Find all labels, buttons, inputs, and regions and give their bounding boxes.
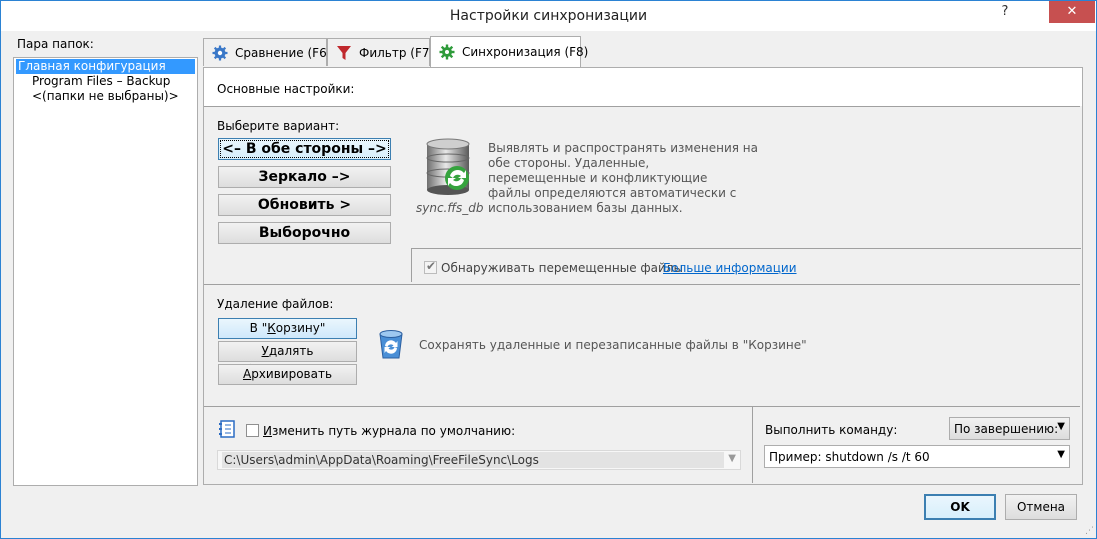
run-command-label: Выполнить команду:	[765, 423, 898, 437]
custom-log-path-checkbox[interactable]	[246, 424, 259, 437]
resize-grip-icon[interactable]: ⋰	[1085, 526, 1094, 536]
main-settings-title: Основные настройки:	[217, 82, 355, 96]
detect-moved-checkbox[interactable]: ✔	[424, 259, 437, 274]
divider	[204, 284, 1080, 285]
recycle-bin-button[interactable]: В "Корзину"	[218, 318, 357, 339]
database-icon	[423, 138, 473, 199]
chevron-down-icon[interactable]: ▼	[1057, 449, 1065, 460]
variant-custom-button[interactable]: Выборочно	[218, 222, 391, 244]
variant-update-button[interactable]: Обновить >	[218, 194, 391, 216]
log-path-value: C:\Users\admin\AppData\Roaming\FreeFileS…	[222, 452, 724, 468]
variant-mirror-button[interactable]: Зеркало –>	[218, 166, 391, 188]
versioning-label: Архивировать	[242, 367, 333, 381]
deletion-title: Удаление файлов:	[217, 297, 334, 311]
tab-label: Сравнение (F6)	[235, 45, 332, 60]
gear-icon	[212, 45, 228, 61]
ok-button[interactable]: OK	[924, 494, 996, 520]
recycle-bin-label: В "Корзину"	[249, 321, 326, 335]
post-sync-condition-value: По завершению:	[954, 422, 1059, 436]
variant-two-way-button[interactable]: <– В обе стороны –>	[218, 138, 391, 160]
folder-pair-main-config[interactable]: Главная конфигурация	[16, 59, 195, 74]
divider	[411, 248, 1081, 249]
cancel-button[interactable]: Отмена	[1005, 494, 1077, 520]
detect-moved-label: Обнаруживать перемещенные файлы	[441, 261, 683, 275]
more-info-link[interactable]: Больше информации	[663, 261, 797, 275]
tab-synchronization[interactable]: Синхронизация (F8)	[430, 36, 588, 67]
folder-pair-list[interactable]: Главная конфигурация Program Files – Bac…	[13, 57, 198, 486]
versioning-button[interactable]: Архивировать	[218, 364, 357, 385]
title-bar: Настройки синхронизации ? ✕	[1, 1, 1096, 31]
folder-pair-item[interactable]: <(папки не выбраны)>	[32, 89, 179, 104]
deletion-description: Сохранять удаленные и перезаписанные фай…	[419, 338, 807, 352]
post-sync-command-input[interactable]: Пример: shutdown /s /t 60 ▼	[764, 445, 1070, 468]
variant-description: Выявлять и распространять изменения на о…	[488, 141, 758, 215]
log-icon	[218, 420, 236, 441]
database-file-label: sync.ffs_db	[416, 201, 484, 215]
post-sync-command-placeholder: Пример: shutdown /s /t 60	[769, 450, 930, 464]
sync-settings-panel: Основные настройки: Выберите вариант: <–…	[203, 67, 1083, 485]
post-sync-condition-select[interactable]: По завершению: ▼	[949, 417, 1070, 440]
help-button[interactable]: ?	[991, 1, 1019, 23]
delete-permanently-button[interactable]: Удалять безвозвратно	[218, 341, 357, 377]
recycle-bin-icon	[376, 328, 406, 363]
sync-gear-icon	[439, 44, 455, 60]
folder-pair-item[interactable]: Program Files – Backup	[32, 74, 170, 89]
chevron-down-icon: ▼	[1057, 421, 1065, 432]
divider	[411, 248, 412, 282]
folder-pairs-title: Пара папок:	[17, 37, 94, 51]
log-path-field[interactable]: C:\Users\admin\AppData\Roaming\FreeFileS…	[217, 450, 741, 470]
divider	[752, 406, 753, 483]
window-title: Настройки синхронизации	[449, 8, 648, 24]
tab-filter[interactable]: Фильтр (F7)	[327, 38, 434, 66]
chevron-down-icon[interactable]: ▼	[728, 453, 736, 464]
filter-icon	[336, 45, 352, 61]
custom-log-path-label: Изменить путь журнала по умолчанию:	[263, 424, 516, 438]
tab-comparison[interactable]: Сравнение (F6)	[203, 38, 331, 66]
divider	[204, 106, 1080, 107]
tab-label: Синхронизация (F8)	[462, 45, 589, 59]
close-button[interactable]: ✕	[1049, 1, 1095, 23]
tab-label: Фильтр (F7)	[359, 45, 435, 60]
divider	[204, 406, 1080, 407]
choose-variant-label: Выберите вариант:	[217, 119, 340, 133]
